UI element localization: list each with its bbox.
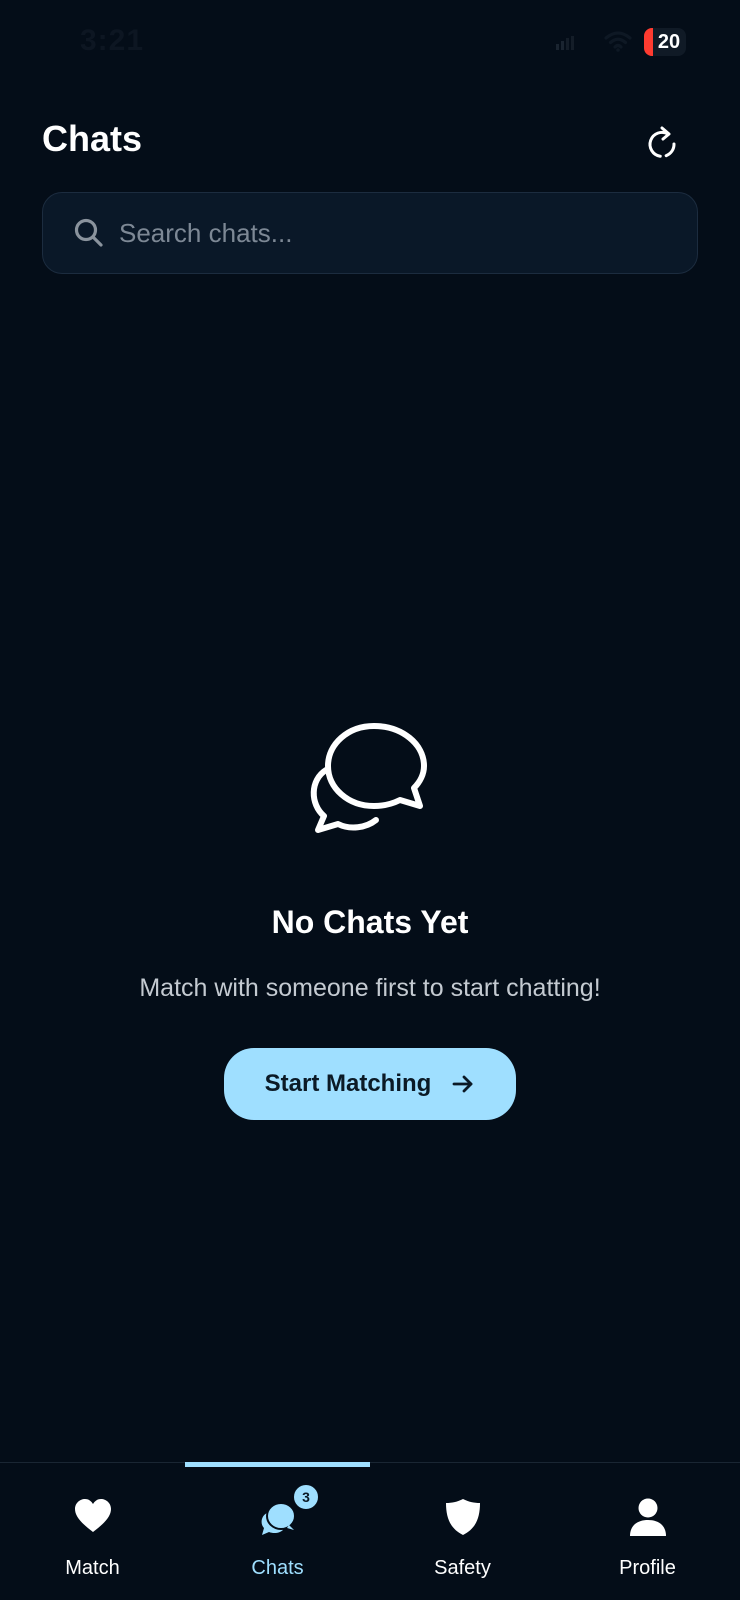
search-input[interactable] bbox=[119, 205, 679, 261]
nav-tab-chats[interactable]: 3 Chats bbox=[185, 1463, 370, 1600]
bottom-navigation: Match 3 Chats Safety Profile bbox=[0, 1462, 740, 1600]
chats-screen: 3:21 20 Chats N bbox=[0, 0, 740, 1600]
nav-tab-match[interactable]: Match bbox=[0, 1463, 185, 1600]
arrow-right-icon bbox=[452, 1075, 473, 1093]
nav-tab-profile[interactable]: Profile bbox=[555, 1463, 740, 1600]
page-title: Chats bbox=[42, 118, 143, 159]
unread-badge: 3 bbox=[292, 1483, 320, 1511]
battery-percentage: 20 bbox=[657, 31, 681, 53]
search-icon bbox=[74, 218, 103, 247]
nav-tab-safety[interactable]: Safety bbox=[370, 1463, 555, 1600]
empty-state-title: No Chats Yet bbox=[271, 904, 469, 940]
search-bar[interactable] bbox=[42, 192, 698, 274]
status-bar: 3:21 20 bbox=[0, 0, 740, 86]
refresh-icon[interactable] bbox=[642, 124, 682, 164]
battery-indicator: 20 bbox=[644, 28, 686, 56]
empty-state-subtitle: Match with someone first to start chatti… bbox=[139, 974, 601, 1002]
start-matching-button[interactable]: Start Matching bbox=[224, 1048, 516, 1120]
nav-label-match: Match bbox=[65, 1557, 120, 1579]
start-matching-label: Start Matching bbox=[264, 1070, 432, 1097]
shield-icon bbox=[446, 1499, 480, 1535]
heart-icon bbox=[75, 1499, 111, 1532]
nav-label-chats: Chats bbox=[251, 1557, 304, 1579]
nav-label-safety: Safety bbox=[434, 1557, 491, 1579]
chat-icon bbox=[261, 1502, 296, 1535]
chat-bubbles-icon bbox=[310, 723, 427, 833]
wifi-icon bbox=[604, 31, 632, 52]
cellular-signal-icon bbox=[556, 36, 574, 50]
nav-label-profile: Profile bbox=[619, 1557, 676, 1579]
status-time: 3:21 bbox=[80, 24, 145, 57]
person-icon bbox=[630, 1498, 666, 1536]
